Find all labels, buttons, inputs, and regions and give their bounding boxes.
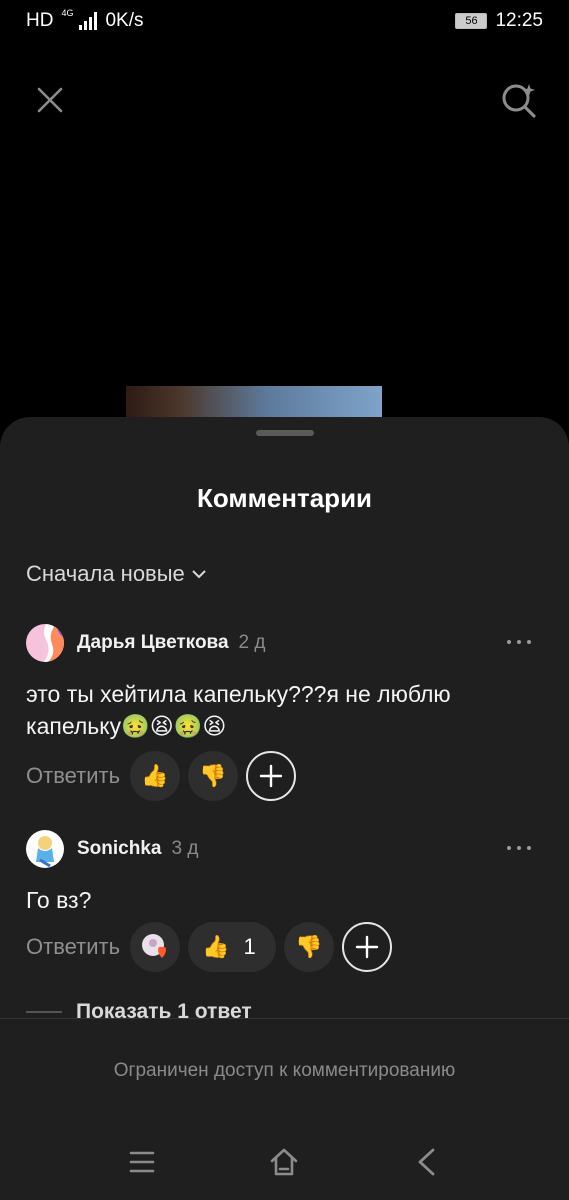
like-count: 1	[243, 934, 256, 959]
home-button[interactable]	[264, 1142, 304, 1182]
back-icon	[418, 1148, 435, 1176]
menu-button[interactable]	[122, 1142, 162, 1182]
comments-sheet: Комментарии Сначала новые Дарья Цветкова…	[0, 417, 569, 1200]
close-icon	[37, 87, 63, 113]
comment-author[interactable]: Дарья Цветкова	[77, 632, 229, 654]
dislike-button[interactable]: 👎	[188, 751, 239, 801]
comment-text: Го вз?	[26, 887, 92, 913]
author-reaction-badge	[130, 922, 181, 972]
author-heart-icon	[142, 934, 167, 958]
search-button[interactable]	[497, 78, 541, 122]
comment-time: 2 д	[238, 632, 266, 653]
clock: 12:25	[495, 10, 543, 31]
back-button[interactable]	[406, 1142, 446, 1182]
signal-icon	[79, 12, 98, 30]
more-options-button[interactable]	[507, 838, 531, 858]
add-reaction-button[interactable]	[246, 751, 297, 801]
chevron-down-icon	[192, 570, 206, 579]
avatar[interactable]	[26, 830, 64, 868]
network-speed: 0K/s	[105, 10, 144, 31]
like-button[interactable]: 👍 1	[188, 922, 276, 972]
network-type: 4G	[61, 8, 74, 18]
replies-line	[26, 1011, 62, 1013]
more-options-button[interactable]	[507, 632, 531, 652]
sort-dropdown[interactable]: Сначала новые	[26, 561, 207, 587]
avatar[interactable]	[26, 624, 64, 662]
add-reaction-icon	[259, 764, 283, 788]
sheet-handle[interactable]	[256, 430, 314, 436]
comment-time: 3 д	[171, 838, 199, 859]
comment-author[interactable]: Sonichka	[77, 838, 161, 860]
restricted-notice: Ограничен доступ к комментированию	[113, 1060, 456, 1081]
sheet-title: Комментарии	[196, 483, 373, 513]
thumbs-down-icon: 👎	[295, 934, 323, 960]
thumbs-up-icon: 👍	[141, 763, 169, 789]
thumbs-down-icon: 👎	[199, 763, 227, 789]
reply-button[interactable]: Ответить	[26, 763, 120, 789]
close-button[interactable]	[28, 78, 72, 122]
system-nav-bar	[0, 1130, 569, 1200]
search-sparkle-icon	[502, 84, 536, 118]
sort-label: Сначала новые	[26, 561, 185, 586]
comment-text: это ты хейтила капельку???я не люблю кап…	[26, 681, 451, 739]
status-bar: HD 4G 0K/s 56 12:25	[0, 0, 569, 44]
hd-indicator: HD	[26, 10, 54, 31]
battery-icon: 56	[455, 13, 488, 29]
menu-icon	[129, 1151, 155, 1173]
home-icon	[270, 1148, 298, 1176]
add-reaction-icon	[355, 935, 378, 959]
like-button[interactable]: 👍	[130, 751, 181, 801]
dislike-button[interactable]: 👎	[283, 922, 334, 972]
reply-button[interactable]: Ответить	[26, 934, 120, 960]
thumbs-up-icon: 👍	[202, 934, 230, 960]
add-reaction-button[interactable]	[341, 922, 392, 972]
